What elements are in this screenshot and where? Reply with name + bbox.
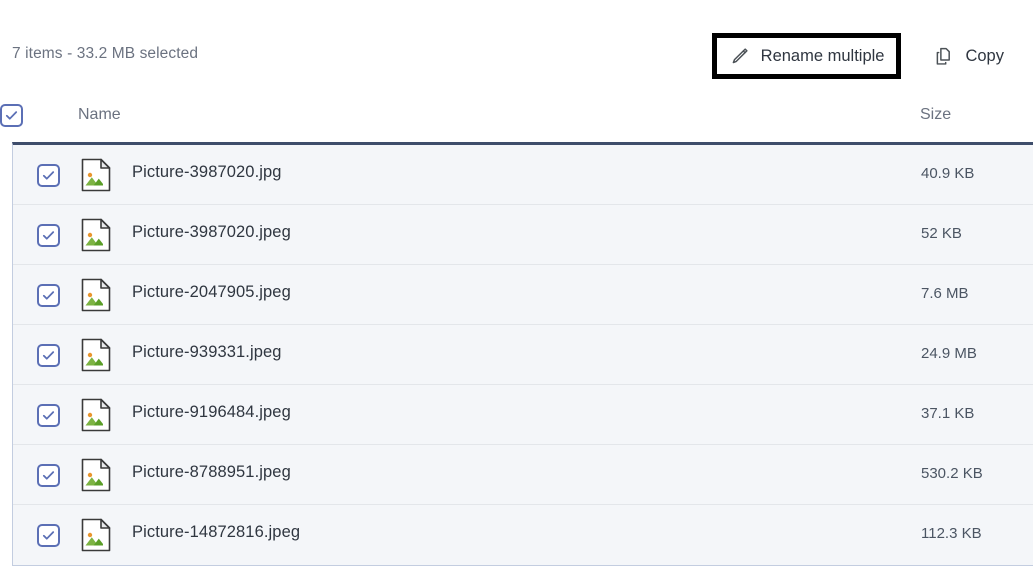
table-row[interactable]: Picture-939331.jpeg 24.9 MB <box>13 325 1033 385</box>
rename-multiple-button[interactable]: Rename multiple <box>711 33 902 79</box>
row-checkbox[interactable] <box>37 524 60 547</box>
file-size: 52 KB <box>921 225 962 242</box>
image-file-icon <box>79 158 113 192</box>
image-file-icon <box>79 518 113 552</box>
file-size: 530.2 KB <box>921 465 983 482</box>
column-header-size[interactable]: Size <box>920 106 951 124</box>
copy-button[interactable]: Copy <box>919 33 1018 79</box>
image-file-icon <box>79 278 113 312</box>
file-size: 24.9 MB <box>921 345 977 362</box>
file-name: Picture-3987020.jpeg <box>132 223 291 241</box>
file-size: 37.1 KB <box>921 405 975 422</box>
table-row[interactable]: Picture-8788951.jpeg 530.2 KB <box>13 445 1033 505</box>
toolbar-actions: Rename multiple Copy <box>711 33 1033 79</box>
pencil-icon <box>729 46 750 67</box>
row-checkbox[interactable] <box>37 344 60 367</box>
file-list: Picture-3987020.jpg 40.9 KB Picture-3987… <box>12 142 1033 566</box>
table-row[interactable]: Picture-2047905.jpeg 7.6 MB <box>13 265 1033 325</box>
toolbar: 7 items - 33.2 MB selected Rename multip… <box>0 0 1033 104</box>
file-name: Picture-9196484.jpeg <box>132 403 291 421</box>
row-checkbox[interactable] <box>37 164 60 187</box>
column-header-name[interactable]: Name <box>78 106 121 124</box>
file-name: Picture-2047905.jpeg <box>132 283 291 301</box>
rename-multiple-label: Rename multiple <box>760 46 885 65</box>
image-file-icon <box>79 398 113 432</box>
table-row[interactable]: Picture-9196484.jpeg 37.1 KB <box>13 385 1033 445</box>
file-size: 112.3 KB <box>921 525 982 542</box>
select-all-checkbox[interactable] <box>0 104 23 127</box>
table-row[interactable]: Picture-3987020.jpeg 52 KB <box>13 205 1033 265</box>
file-size: 40.9 KB <box>921 165 975 182</box>
table-row[interactable]: Picture-3987020.jpg 40.9 KB <box>13 145 1033 205</box>
copy-icon <box>933 46 954 67</box>
image-file-icon <box>79 338 113 372</box>
image-file-icon <box>79 458 113 492</box>
row-checkbox[interactable] <box>37 404 60 427</box>
file-size: 7.6 MB <box>921 285 969 302</box>
selection-summary: 7 items - 33.2 MB selected <box>12 45 199 62</box>
file-name: Picture-14872816.jpeg <box>132 523 301 541</box>
table-row[interactable]: Picture-14872816.jpeg 112.3 KB <box>13 505 1033 565</box>
file-name: Picture-939331.jpeg <box>132 343 282 361</box>
table-header: Name Size <box>0 104 1033 142</box>
copy-label: Copy <box>965 46 1004 65</box>
file-name: Picture-3987020.jpg <box>132 163 282 181</box>
file-name: Picture-8788951.jpeg <box>132 463 291 481</box>
image-file-icon <box>79 218 113 252</box>
row-checkbox[interactable] <box>37 464 60 487</box>
row-checkbox[interactable] <box>37 284 60 307</box>
row-checkbox[interactable] <box>37 224 60 247</box>
